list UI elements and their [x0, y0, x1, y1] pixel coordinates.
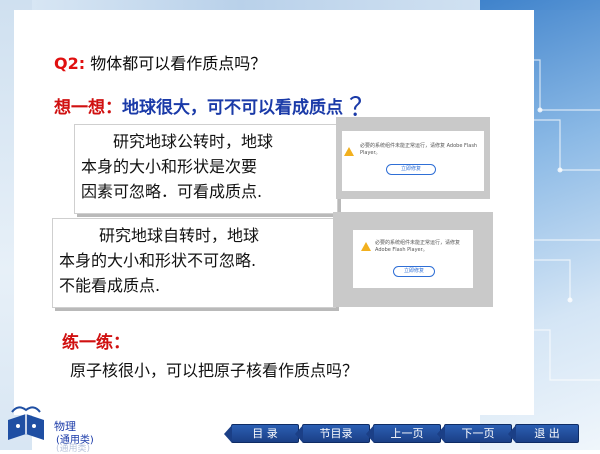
book-logo-icon [8, 406, 44, 440]
flash-placeholder-1: 必要的系统组件未能正常运行，请修复 Adobe Flash Player。 立即… [336, 117, 490, 199]
box2-line: 研究地球自转时，地球 [99, 226, 260, 245]
repair-now-button[interactable]: 立即修复 [386, 164, 436, 175]
orbit-explanation-box: 研究地球公转时，地球 本身的大小和形状是次要 因素可忽略．可看成质点. [74, 124, 338, 214]
flash-notice-card: 必要的系统组件未能正常运行，请修复 Adobe Flash Player。 立即… [342, 131, 484, 191]
nav-exit-button[interactable]: 退 出 [508, 424, 579, 443]
box2-line: 本身的大小和形状不可忽略. [59, 251, 257, 270]
warning-icon [344, 147, 354, 156]
repair-now-button[interactable]: 立即修复 [393, 266, 435, 277]
think-prompt: 想一想：地球很大，可不可以看成质点？ [54, 84, 375, 123]
think-text: 地球很大，可不可以看成质点 [122, 98, 343, 118]
practice-question: 原子核很小，可以把原子核看作质点吗？ [70, 361, 359, 380]
subject-ghost-label: (通用类) [56, 444, 91, 454]
think-label: 想一想： [54, 98, 122, 118]
warning-icon [361, 242, 371, 251]
nav-contents-button[interactable]: 目 录 [224, 424, 299, 443]
q2-text: 物体都可以看作质点吗？ [90, 54, 267, 73]
question-2-heading: Q2: 物体都可以看作质点吗？ [54, 50, 266, 74]
flash-placeholder-2: 必要的系统组件未能正常运行，请修复 Adobe Flash Player。 立即… [333, 212, 493, 307]
flash-notice-text: 必要的系统组件未能正常运行，请修复 Adobe Flash Player。 [360, 143, 478, 156]
flash-notice-card: 必要的系统组件未能正常运行，请修复 Adobe Flash Player。 立即… [353, 230, 473, 288]
rotation-explanation-box: 研究地球自转时，地球 本身的大小和形状不可忽略. 不能看成质点. [52, 218, 336, 308]
flash-notice-text: 必要的系统组件未能正常运行，请修复 Adobe Flash Player。 [375, 240, 461, 253]
nav-prev-page-button[interactable]: 上一页 [366, 424, 441, 443]
nav-next-page-button[interactable]: 下一页 [437, 424, 512, 443]
box1-line: 因素可忽略．可看成质点. [81, 182, 263, 201]
nav-section-contents-button[interactable]: 节目录 [295, 424, 370, 443]
q2-tag: Q2: [54, 54, 86, 73]
box1-line: 研究地球公转时，地球 [113, 132, 274, 151]
box2-line: 不能看成质点. [59, 276, 161, 295]
box1-line: 本身的大小和形状是次要 [81, 157, 258, 176]
practice-label: 练一练： [62, 333, 130, 353]
